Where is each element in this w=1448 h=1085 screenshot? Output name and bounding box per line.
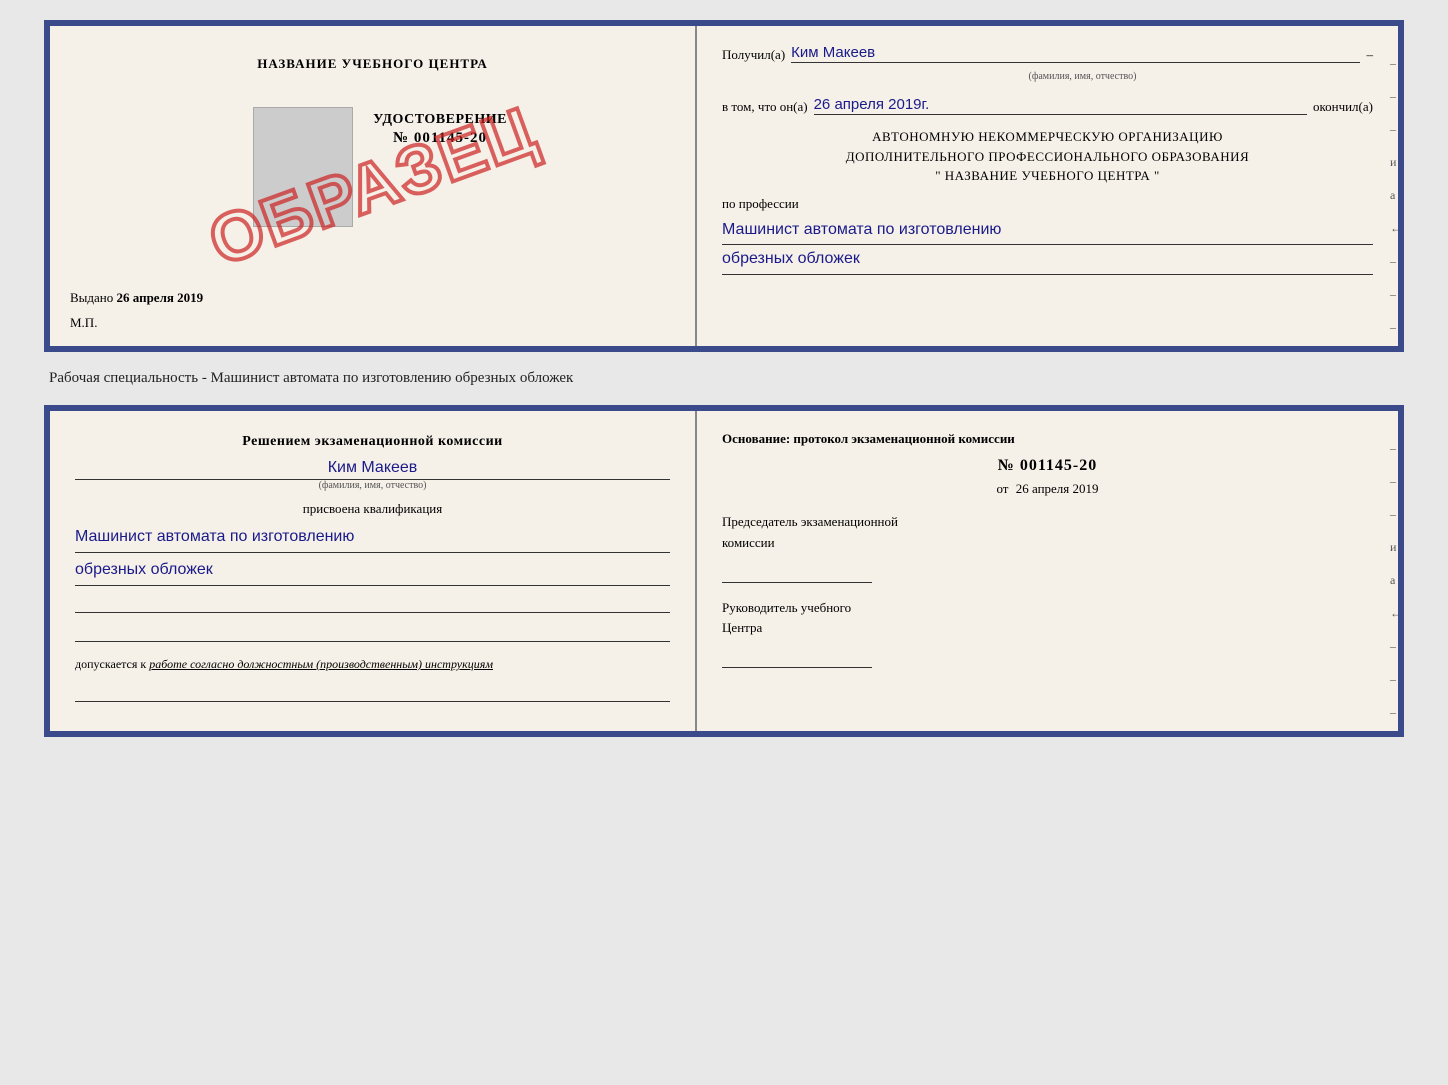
qualification-line2: обрезных обложек [75,556,670,586]
rukovoditel-signature-line [722,644,872,668]
person-name-top: Ким Макеев [791,44,1360,63]
predsedatel-block: Председатель экзаменационной комиссии [722,512,1373,583]
org-block: АВТОНОМНУЮ НЕКОММЕРЧЕСКУЮ ОРГАНИЗАЦИЮ ДО… [722,127,1373,186]
org-line3: " НАЗВАНИЕ УЧЕБНОГО ЦЕНТРА " [722,166,1373,186]
ot-date-value: 26 апреля 2019 [1016,481,1099,496]
vydano-line: Выдано 26 апреля 2019 [70,290,203,306]
bottom-doc-right: Основание: протокол экзаменационной коми… [697,411,1398,731]
mp-label: М.П. [70,315,97,331]
vydano-date: 26 апреля 2019 [117,290,204,305]
vtomchto-row: в том, что он(а) 26 апреля 2019г. окончи… [722,96,1373,115]
specialty-label: Рабочая специальность - Машинист автомат… [44,362,1404,395]
org-line1: АВТОНОМНУЮ НЕКОММЕРЧЕСКУЮ ОРГАНИЗАЦИЮ [722,127,1373,147]
dash1: – [1366,47,1373,63]
udostoverenie-number: № 001145-20 [393,130,487,147]
rukovoditel-line1: Руководитель учебного [722,598,1373,619]
okonchil-label: окончил(а) [1313,99,1373,115]
photo-placeholder [253,107,353,227]
rukovoditel-line2: Центра [722,618,1373,639]
prisvoena-label: присвоена квалификация [75,501,670,517]
profession-section: по профессии Машинист автомата по изгото… [722,196,1373,276]
bottom-doc-left: Решением экзаменационной комиссии Ким Ма… [50,411,697,731]
poluchil-row: Получил(а) Ким Макеев – [722,44,1373,63]
fio-sub-bottom: (фамилия, имя, отчество) [75,480,670,491]
dopuskaetsya-italic: работе согласно должностным (производств… [149,657,493,671]
person-name-bottom: Ким Макеев [75,459,670,480]
vydano-label: Выдано [70,290,113,305]
ot-label: от [996,481,1008,496]
side-dashes-top: – – – и а ← – – – – [1390,56,1402,352]
top-document: НАЗВАНИЕ УЧЕБНОГО ЦЕНТРА ОБРАЗЕЦ УДОСТОВ… [44,20,1404,352]
school-name-top: НАЗВАНИЕ УЧЕБНОГО ЦЕНТРА [257,56,488,72]
fio-sub-top: (фамилия, имя, отчество) [792,71,1373,82]
org-line2: ДОПОЛНИТЕЛЬНОГО ПРОФЕССИОНАЛЬНОГО ОБРАЗО… [722,147,1373,167]
top-doc-left: НАЗВАНИЕ УЧЕБНОГО ЦЕНТРА ОБРАЗЕЦ УДОСТОВ… [50,26,697,346]
resheniem-title: Решением экзаменационной комиссии [75,431,670,453]
top-doc-right: Получил(а) Ким Макеев – (фамилия, имя, о… [697,26,1398,346]
dopuskaetsya-prefix: допускается к [75,657,146,671]
predsedatel-line2: комиссии [722,533,1373,554]
blank-line-1 [75,589,670,613]
vtomchto-label: в том, что он(а) [722,99,808,115]
predsedatel-signature-line [722,559,872,583]
profession-line2: обрезных обложек [722,245,1373,275]
udost-photo-row: УДОСТОВЕРЕНИЕ № 001145-20 [238,92,507,227]
poluchil-label: Получил(а) [722,47,785,63]
udostoverenie-block: УДОСТОВЕРЕНИЕ № 001145-20 [373,112,507,147]
blank-line-3 [75,678,670,702]
protocol-number: № 001145-20 [722,457,1373,475]
rukovoditel-block: Руководитель учебного Центра [722,598,1373,669]
ot-date: от 26 апреля 2019 [722,481,1373,497]
qualification-line1: Машинист автомата по изготовлению [75,523,670,553]
vtomchto-date: 26 апреля 2019г. [814,96,1307,115]
profession-line1: Машинист автомата по изготовлению [722,216,1373,246]
bottom-document: Решением экзаменационной комиссии Ким Ма… [44,405,1404,737]
osnovanie-title: Основание: протокол экзаменационной коми… [722,431,1373,447]
udostoverenie-title: УДОСТОВЕРЕНИЕ [373,112,507,128]
predsedatel-line1: Председатель экзаменационной [722,512,1373,533]
side-dashes-bottom: – – – и а ← – – – – [1390,441,1402,737]
blank-line-2 [75,618,670,642]
dopuskaetsya-block: допускается к работе согласно должностны… [75,657,670,672]
po-professii-label: по профессии [722,196,1373,212]
